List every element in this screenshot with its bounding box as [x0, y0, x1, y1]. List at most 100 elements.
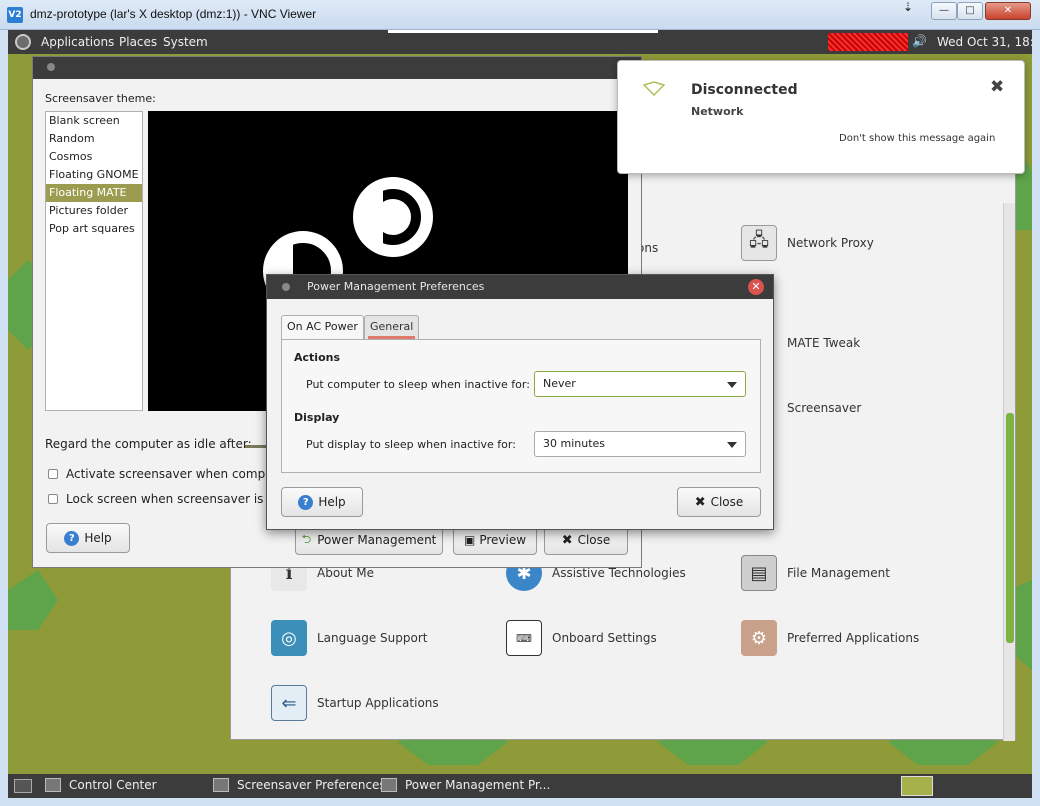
sleep-computer-select[interactable]: Never	[534, 371, 746, 397]
sleep-display-select[interactable]: 30 minutes	[534, 431, 746, 457]
select-value: Never	[543, 377, 576, 390]
display-heading: Display	[294, 411, 340, 424]
cc-item-network-proxy[interactable]: 🖧 Network Proxy	[741, 225, 874, 261]
theme-item[interactable]: Cosmos	[46, 148, 142, 166]
task-label: Power Management Pr...	[405, 778, 551, 792]
theme-item[interactable]: Random	[46, 130, 142, 148]
cc-item-startup-applications[interactable]: ⇐ Startup Applications	[271, 685, 439, 721]
wifi-disconnected-icon	[643, 81, 665, 97]
mate-logo-icon[interactable]	[15, 34, 31, 50]
preferred-apps-icon: ⚙	[741, 620, 777, 656]
places-menu[interactable]: Places	[119, 35, 157, 49]
vnc-titlebar: V2 dmz-prototype (lar's X desktop (dmz:1…	[0, 0, 1040, 30]
top-panel: Applications Places System 🔊 Wed Oct 31,…	[8, 30, 1032, 54]
panel-divider	[388, 30, 658, 33]
clock[interactable]: Wed Oct 31, 18:07	[937, 35, 1032, 49]
button-label: Preview	[479, 533, 527, 547]
task-label: Control Center	[69, 778, 157, 792]
vnc-app-icon: V2	[7, 7, 23, 23]
vnc-window-title: dmz-prototype (lar's X desktop (dmz:1)) …	[30, 7, 317, 21]
cc-item-label: Onboard Settings	[552, 631, 657, 645]
theme-label: Screensaver theme:	[45, 92, 156, 105]
power-icon: ⮌	[301, 531, 312, 546]
task-label: Screensaver Preferences	[237, 778, 386, 792]
file-cabinet-icon: ▤	[741, 555, 777, 591]
chevron-down-icon	[727, 382, 737, 388]
preview-icon: ▣	[463, 533, 476, 547]
window-menu-icon[interactable]	[47, 63, 55, 71]
pm-titlebar: Power Management Preferences ✕	[267, 275, 773, 299]
power-management-dialog: Power Management Preferences ✕ On AC Pow…	[266, 274, 774, 530]
applications-menu[interactable]: Applications	[41, 35, 114, 49]
actions-heading: Actions	[294, 351, 340, 364]
task-control-center[interactable]: Control Center	[45, 778, 157, 792]
button-label: Close	[577, 533, 611, 547]
select-value: 30 minutes	[543, 437, 606, 450]
task-power-management[interactable]: Power Management Pr...	[381, 778, 550, 792]
window-menu-icon[interactable]	[282, 283, 290, 291]
tab-panel: Actions Put computer to sleep when inact…	[281, 339, 761, 473]
show-desktop-icon[interactable]	[14, 779, 32, 793]
cc-item-label: Preferred Applications	[787, 631, 920, 645]
checkbox-box[interactable]	[48, 494, 58, 504]
tab-on-ac-power[interactable]: On AC Power	[281, 315, 364, 339]
cc-item-file-management[interactable]: ▤ File Management	[741, 555, 890, 591]
help-icon: ?	[64, 530, 80, 546]
ss-help-button[interactable]: ? Help	[46, 523, 130, 553]
cc-item-label: Assistive Technologies	[552, 566, 686, 580]
cc-item-label: Screensaver	[787, 401, 862, 415]
cc-item-language-support[interactable]: ◎ Language Support	[271, 620, 427, 656]
button-label: Power Management	[317, 533, 437, 547]
remote-desktop: Applications Places System 🔊 Wed Oct 31,…	[8, 30, 1032, 798]
onboard-keyboard-icon: ⌨	[506, 620, 542, 656]
pm-help-button[interactable]: ? Help	[281, 487, 363, 517]
system-tray[interactable]	[828, 33, 908, 51]
pm-close-icon[interactable]: ✕	[748, 279, 764, 295]
close-icon: ✖	[694, 494, 706, 510]
cc-item-onboard-settings[interactable]: ⌨ Onboard Settings	[506, 620, 657, 656]
scrollbar-thumb[interactable]	[1006, 413, 1014, 643]
task-screensaver-preferences[interactable]: Screensaver Preferences	[213, 778, 386, 792]
notification-close-icon[interactable]: ✖	[990, 77, 1004, 97]
minimize-button[interactable]: —	[931, 2, 957, 20]
cc-item-label: Network Proxy	[787, 236, 874, 250]
speaker-icon[interactable]: 🔊	[912, 34, 927, 48]
theme-item[interactable]: Floating GNOME	[46, 166, 142, 184]
cc-item-label: Startup Applications	[317, 696, 439, 710]
theme-item-selected[interactable]: Floating MATE	[46, 184, 142, 202]
network-proxy-icon: 🖧	[741, 225, 777, 261]
button-label: Help	[318, 495, 346, 509]
cc-item-label: Language Support	[317, 631, 428, 645]
workspace-switcher[interactable]	[901, 776, 933, 796]
checkbox-box[interactable]	[48, 469, 58, 479]
tab-general[interactable]: General	[364, 315, 420, 339]
theme-item[interactable]: Blank screen	[46, 112, 142, 130]
network-notification: Disconnected Network ✖ Don't show this m…	[617, 60, 1025, 174]
pm-title: Power Management Preferences	[307, 280, 485, 293]
ss-titlebar	[33, 57, 641, 79]
mouse-cursor-icon: ⇣	[903, 0, 914, 14]
control-center-icon	[45, 778, 61, 792]
startup-apps-icon: ⇐	[271, 685, 307, 721]
screensaver-icon	[213, 778, 229, 792]
sleep-display-label: Put display to sleep when inactive for:	[306, 438, 516, 451]
theme-item[interactable]: Pop art squares	[46, 220, 142, 238]
pm-close-button[interactable]: ✖ Close	[677, 487, 761, 517]
system-menu[interactable]: System	[163, 35, 208, 49]
close-icon: ✖	[561, 532, 573, 548]
cc-item-label: About Me	[317, 566, 375, 580]
cc-item-label: File Management	[787, 566, 890, 580]
dont-show-again-link[interactable]: Don't show this message again	[839, 133, 995, 144]
button-label: Help	[84, 531, 112, 545]
maximize-button[interactable]: □	[957, 2, 983, 20]
tab-label: General	[370, 320, 414, 333]
cc-item-label: MATE Tweak	[787, 336, 861, 350]
close-window-button[interactable]: ✕	[985, 2, 1031, 20]
activate-screensaver-checkbox[interactable]: Activate screensaver when computer is	[48, 467, 303, 481]
cc-item-preferred-applications[interactable]: ⚙ Preferred Applications	[741, 620, 919, 656]
cc-scrollbar[interactable]	[1003, 203, 1015, 741]
theme-item[interactable]: Pictures folder	[46, 202, 142, 220]
notification-title: Disconnected	[691, 82, 798, 98]
notification-subtitle: Network	[691, 105, 744, 118]
theme-list[interactable]: Blank screen Random Cosmos Floating GNOM…	[45, 111, 143, 411]
